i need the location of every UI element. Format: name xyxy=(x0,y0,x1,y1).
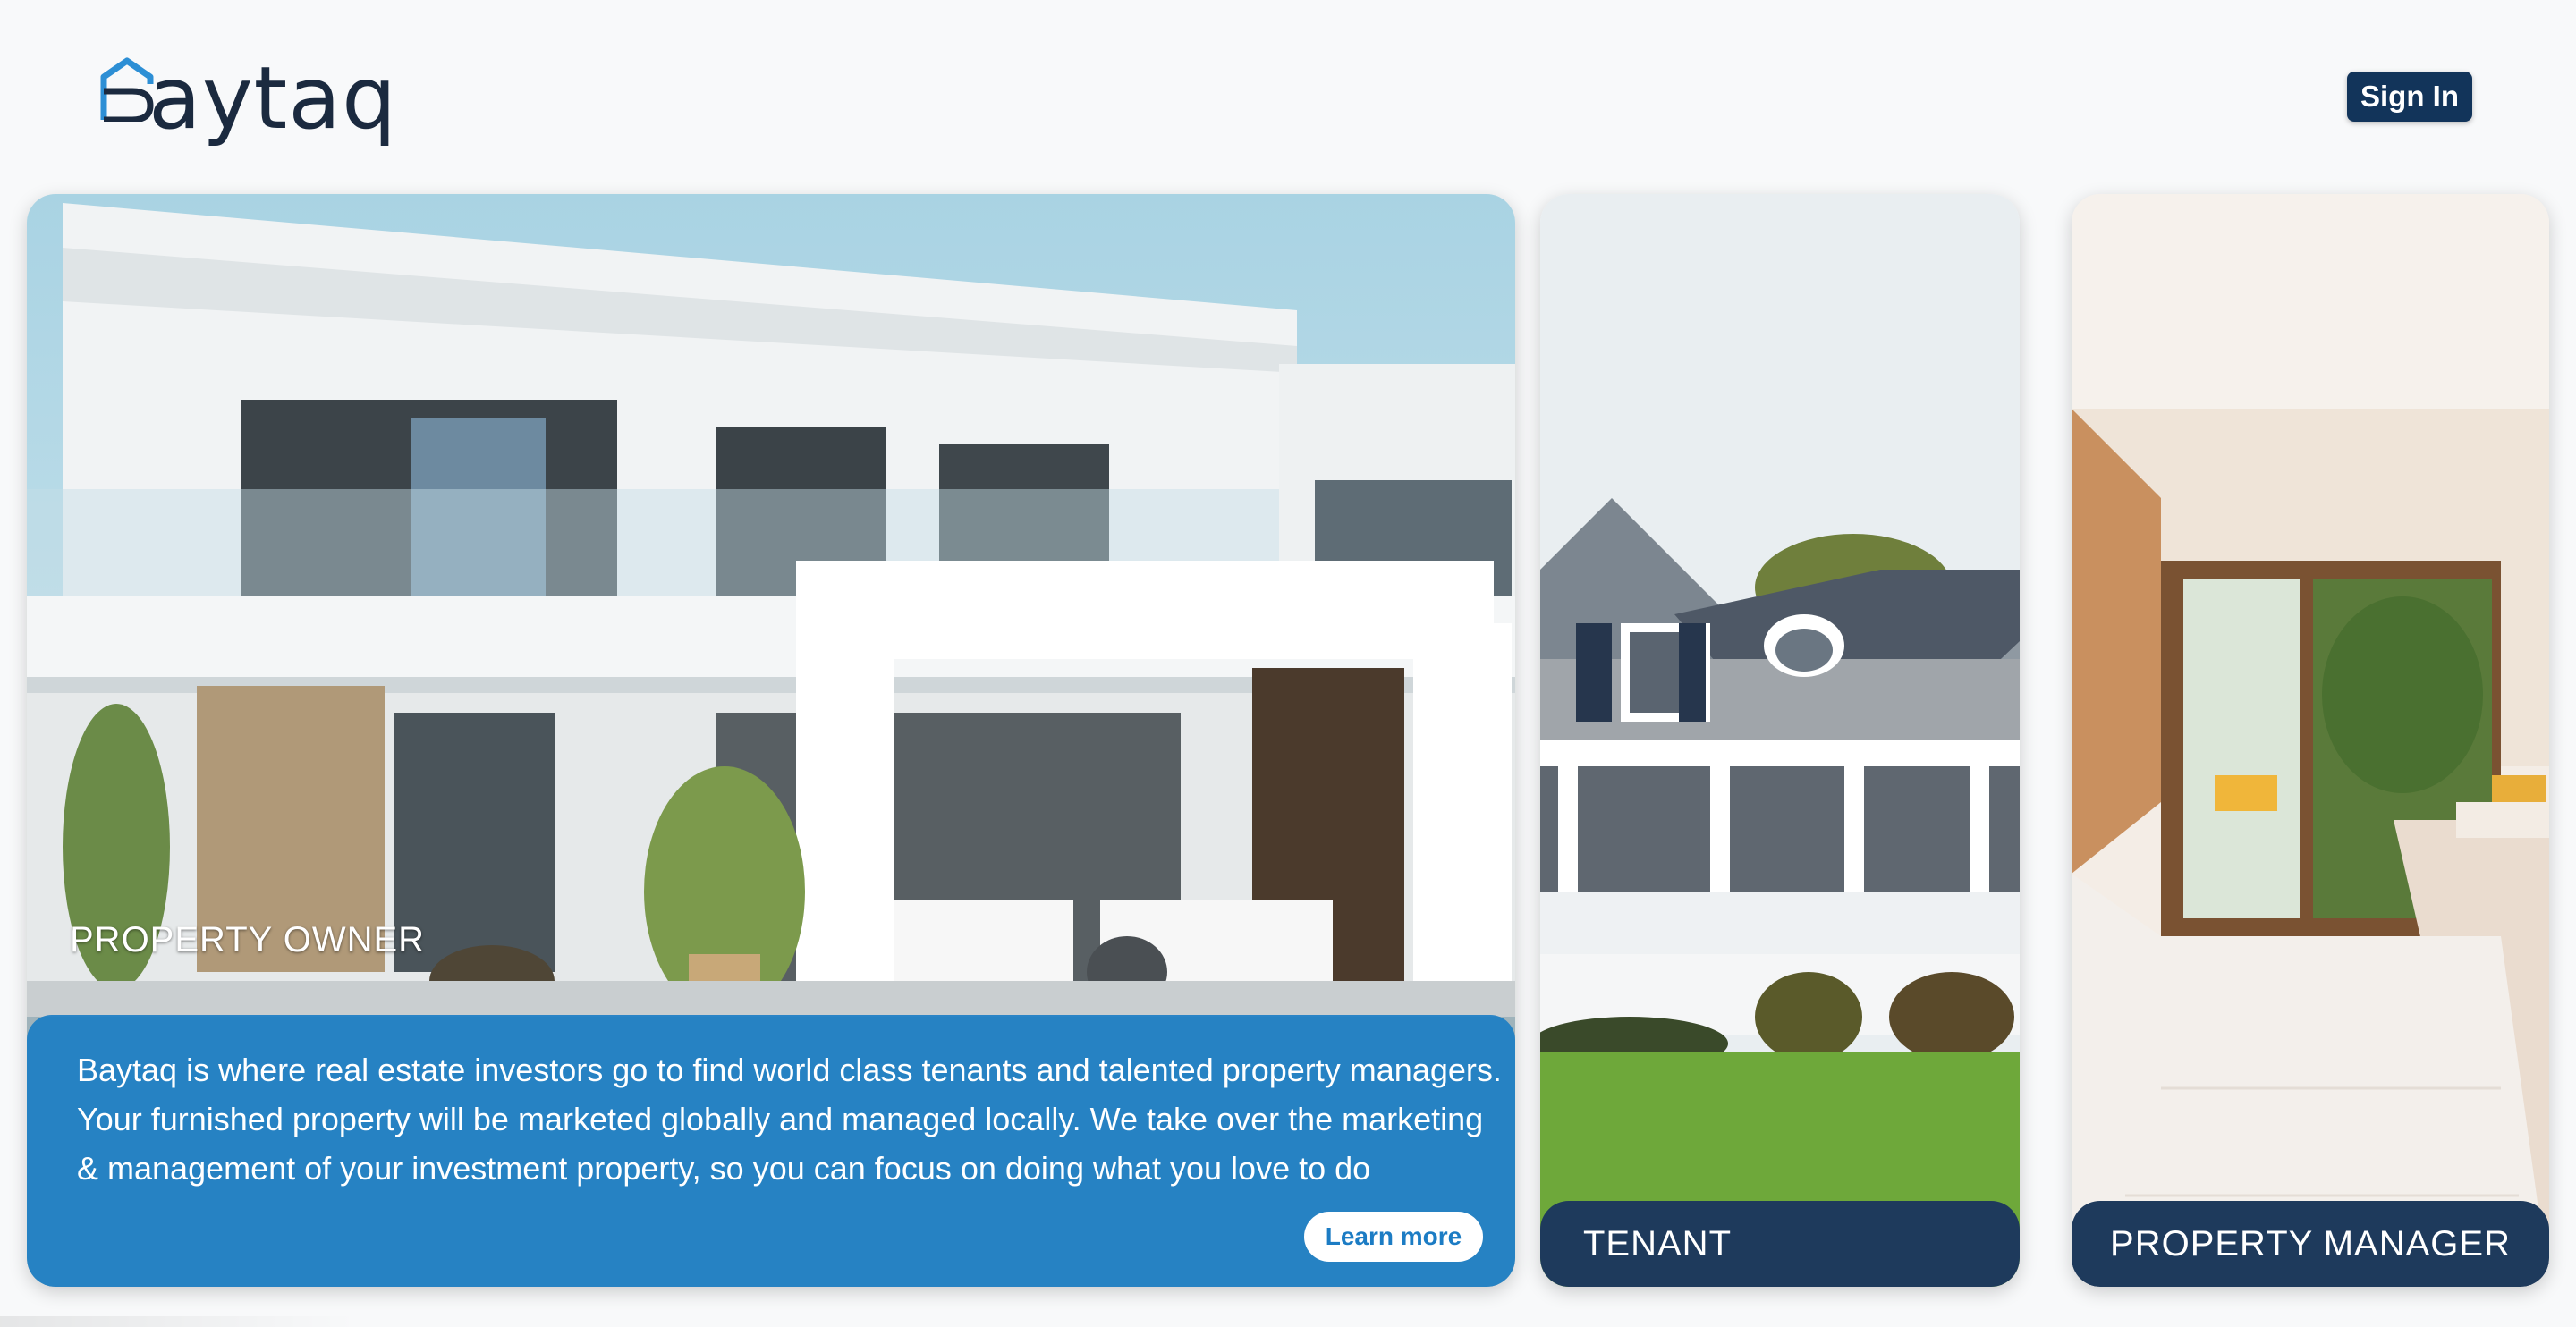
tenant-label[interactable]: TENANT xyxy=(1540,1201,2020,1287)
sign-in-button[interactable]: Sign In xyxy=(2347,72,2472,122)
property-owner-description: Baytaq is where real estate investors go… xyxy=(77,1052,1502,1187)
top-header: aytaq Sign In xyxy=(0,0,2576,179)
property-owner-description-panel: Baytaq is where real estate investors go… xyxy=(27,1015,1515,1287)
property-owner-card[interactable]: PROPERTY OWNER Baytaq is where real esta… xyxy=(27,194,1515,1287)
brand-logo[interactable]: aytaq xyxy=(100,43,397,141)
brand-name: aytaq xyxy=(148,48,398,148)
property-owner-title: PROPERTY OWNER xyxy=(70,920,426,959)
tenant-card[interactable]: TENANT xyxy=(1540,194,2020,1287)
learn-more-button[interactable]: Learn more xyxy=(1304,1212,1483,1262)
property-manager-card[interactable]: PROPERTY MANAGER xyxy=(2072,194,2549,1287)
property-manager-label[interactable]: PROPERTY MANAGER xyxy=(2072,1201,2549,1287)
kitchen-photo xyxy=(2072,194,2549,1287)
page-footer-edge xyxy=(0,1316,358,1327)
logo-house-icon xyxy=(100,57,154,122)
house-photo xyxy=(1540,194,2020,1287)
